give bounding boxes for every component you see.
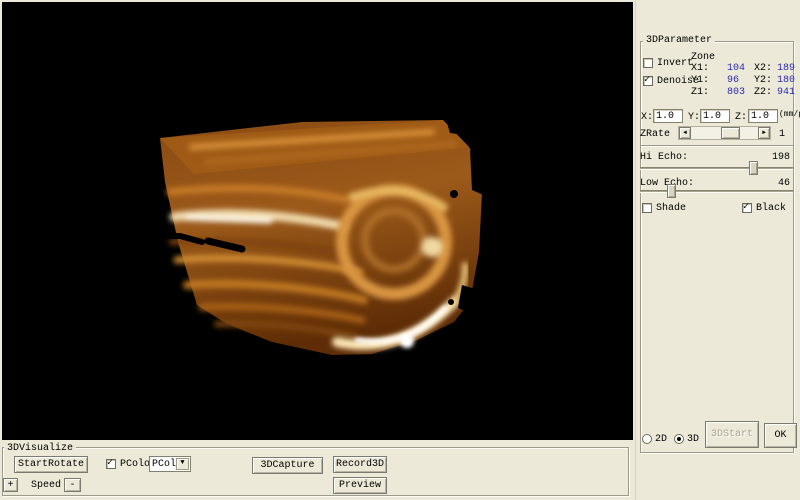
zrate-label: ZRate (640, 129, 670, 140)
zone-x1-value: 104 (727, 63, 745, 74)
zone-x1-label: X1: (691, 63, 709, 74)
visualize-group-title: 3DVisualize (4, 443, 76, 454)
scale-y-input[interactable] (700, 109, 730, 123)
denoise-checkbox[interactable] (643, 76, 653, 86)
zone-z1-value: 803 (727, 87, 745, 98)
scale-z-input[interactable] (748, 109, 778, 123)
zone-z1-label: Z1: (691, 87, 709, 98)
ok-button[interactable]: OK (764, 423, 797, 448)
zrate-left-arrow-icon[interactable]: ◄ (679, 127, 691, 139)
3dcapture-button[interactable]: 3DCapture (252, 457, 323, 474)
scale-unit-label: (mm/p) (779, 111, 800, 120)
zone-y1-label: Y1: (691, 75, 709, 86)
scale-y-label: Y: (688, 112, 700, 123)
zone-y1-value: 96 (727, 75, 739, 86)
mode-3d-radio[interactable] (674, 434, 684, 444)
record3d-button[interactable]: Record3D (333, 456, 387, 473)
zone-y2-value: 180 (777, 75, 795, 86)
shade-label: Shade (656, 203, 686, 214)
app-window: 3DParameter Invert Denoise Zone X1: 104 … (0, 0, 800, 500)
speed-minus-button[interactable]: - (64, 478, 81, 492)
parameter-groupbox (640, 41, 794, 453)
zrate-thumb[interactable] (721, 127, 740, 139)
shade-checkbox[interactable] (642, 203, 652, 213)
hi-echo-label: Hi Echo: (640, 152, 688, 163)
mode-3d-label: 3D (687, 434, 699, 445)
pcolor-checkbox[interactable] (106, 459, 116, 469)
render-viewport[interactable] (2, 2, 633, 440)
scale-x-label: X: (641, 112, 653, 123)
volume-render (2, 2, 633, 440)
low-echo-value: 46 (764, 178, 790, 189)
black-checkbox[interactable] (742, 203, 752, 213)
zone-x2-label: X2: (754, 63, 772, 74)
zrate-value: 1 (779, 129, 785, 140)
pcolor-select[interactable]: PColor ▼ (149, 456, 191, 472)
hi-echo-value: 198 (764, 152, 790, 163)
mode-2d-radio[interactable] (642, 434, 652, 444)
zone-x2-value: 189 (777, 63, 795, 74)
preview-button[interactable]: Preview (333, 477, 387, 494)
low-echo-slider[interactable] (640, 190, 793, 193)
visualize-panel: 3DVisualize StartRotate + Speed - PColor… (0, 443, 633, 500)
mode-2d-label: 2D (655, 434, 667, 445)
scale-z-label: Z: (735, 112, 747, 123)
scale-x-input[interactable] (653, 109, 683, 123)
divider (641, 145, 793, 147)
zone-z2-value: 941 (777, 87, 795, 98)
3dstart-button[interactable]: 3DStart (705, 421, 759, 448)
zone-y2-label: Y2: (754, 75, 772, 86)
hi-echo-slider[interactable] (640, 167, 793, 170)
invert-label: Invert (657, 58, 693, 69)
hi-echo-slider-thumb[interactable] (749, 161, 758, 175)
invert-checkbox[interactable] (643, 58, 653, 68)
zone-title: Zone (691, 52, 715, 63)
parameter-panel: 3DParameter Invert Denoise Zone X1: 104 … (635, 0, 800, 500)
zrate-right-arrow-icon[interactable]: ► (758, 127, 770, 139)
black-label: Black (756, 203, 786, 214)
parameter-group-title: 3DParameter (643, 35, 715, 46)
low-echo-slider-thumb[interactable] (667, 184, 676, 198)
start-rotate-button[interactable]: StartRotate (14, 456, 88, 473)
chevron-down-icon[interactable]: ▼ (176, 458, 189, 470)
speed-plus-button[interactable]: + (3, 478, 18, 492)
zone-z2-label: Z2: (754, 87, 772, 98)
zrate-scrollbar[interactable]: ◄ ► (678, 126, 771, 140)
speed-label: Speed (31, 480, 61, 491)
